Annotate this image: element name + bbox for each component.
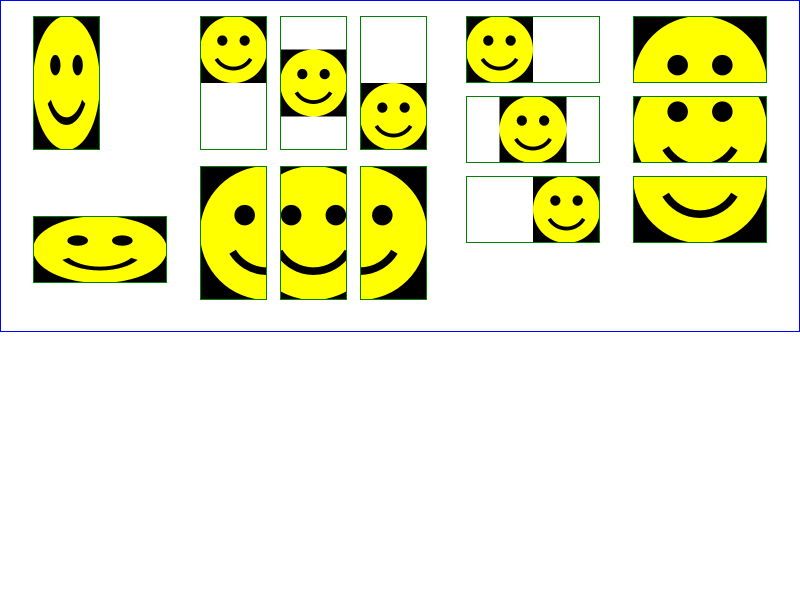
smiley-face-icon [280, 47, 347, 119]
smiley-image [200, 16, 267, 85]
frame-meet-bottom [360, 16, 427, 150]
smiley-image [33, 216, 167, 283]
frame-tall-stretch [33, 16, 100, 150]
smiley-face-icon [531, 176, 600, 243]
frame-meet-right [466, 176, 600, 243]
frame-meet-top [200, 16, 267, 150]
preserve-aspect-ratio-demo [0, 0, 800, 332]
smiley-face-icon [497, 96, 569, 163]
frames-layer [33, 16, 767, 300]
tall-frames-slice [200, 166, 427, 300]
smiley-image [466, 16, 535, 83]
frame-wide-stretch [33, 216, 167, 283]
smiley-face-icon [466, 16, 535, 83]
stretched-smileys [33, 16, 167, 283]
smiley-image [280, 47, 347, 119]
wide-frames-meet [466, 16, 600, 243]
smiley-face-icon [360, 81, 427, 150]
smiley-image [360, 81, 427, 150]
smiley-face-icon [200, 16, 267, 85]
frame-meet-left [466, 16, 600, 83]
tall-frames-meet [200, 16, 427, 150]
smiley-face-icon [33, 216, 167, 283]
smiley-image [33, 16, 100, 150]
frame-meet-center [466, 96, 600, 163]
smiley-face-icon [33, 16, 100, 150]
wide-frames-slice [633, 16, 767, 243]
smiley-image [531, 176, 600, 243]
frame-meet-middle [280, 16, 347, 150]
smiley-image [497, 96, 569, 163]
